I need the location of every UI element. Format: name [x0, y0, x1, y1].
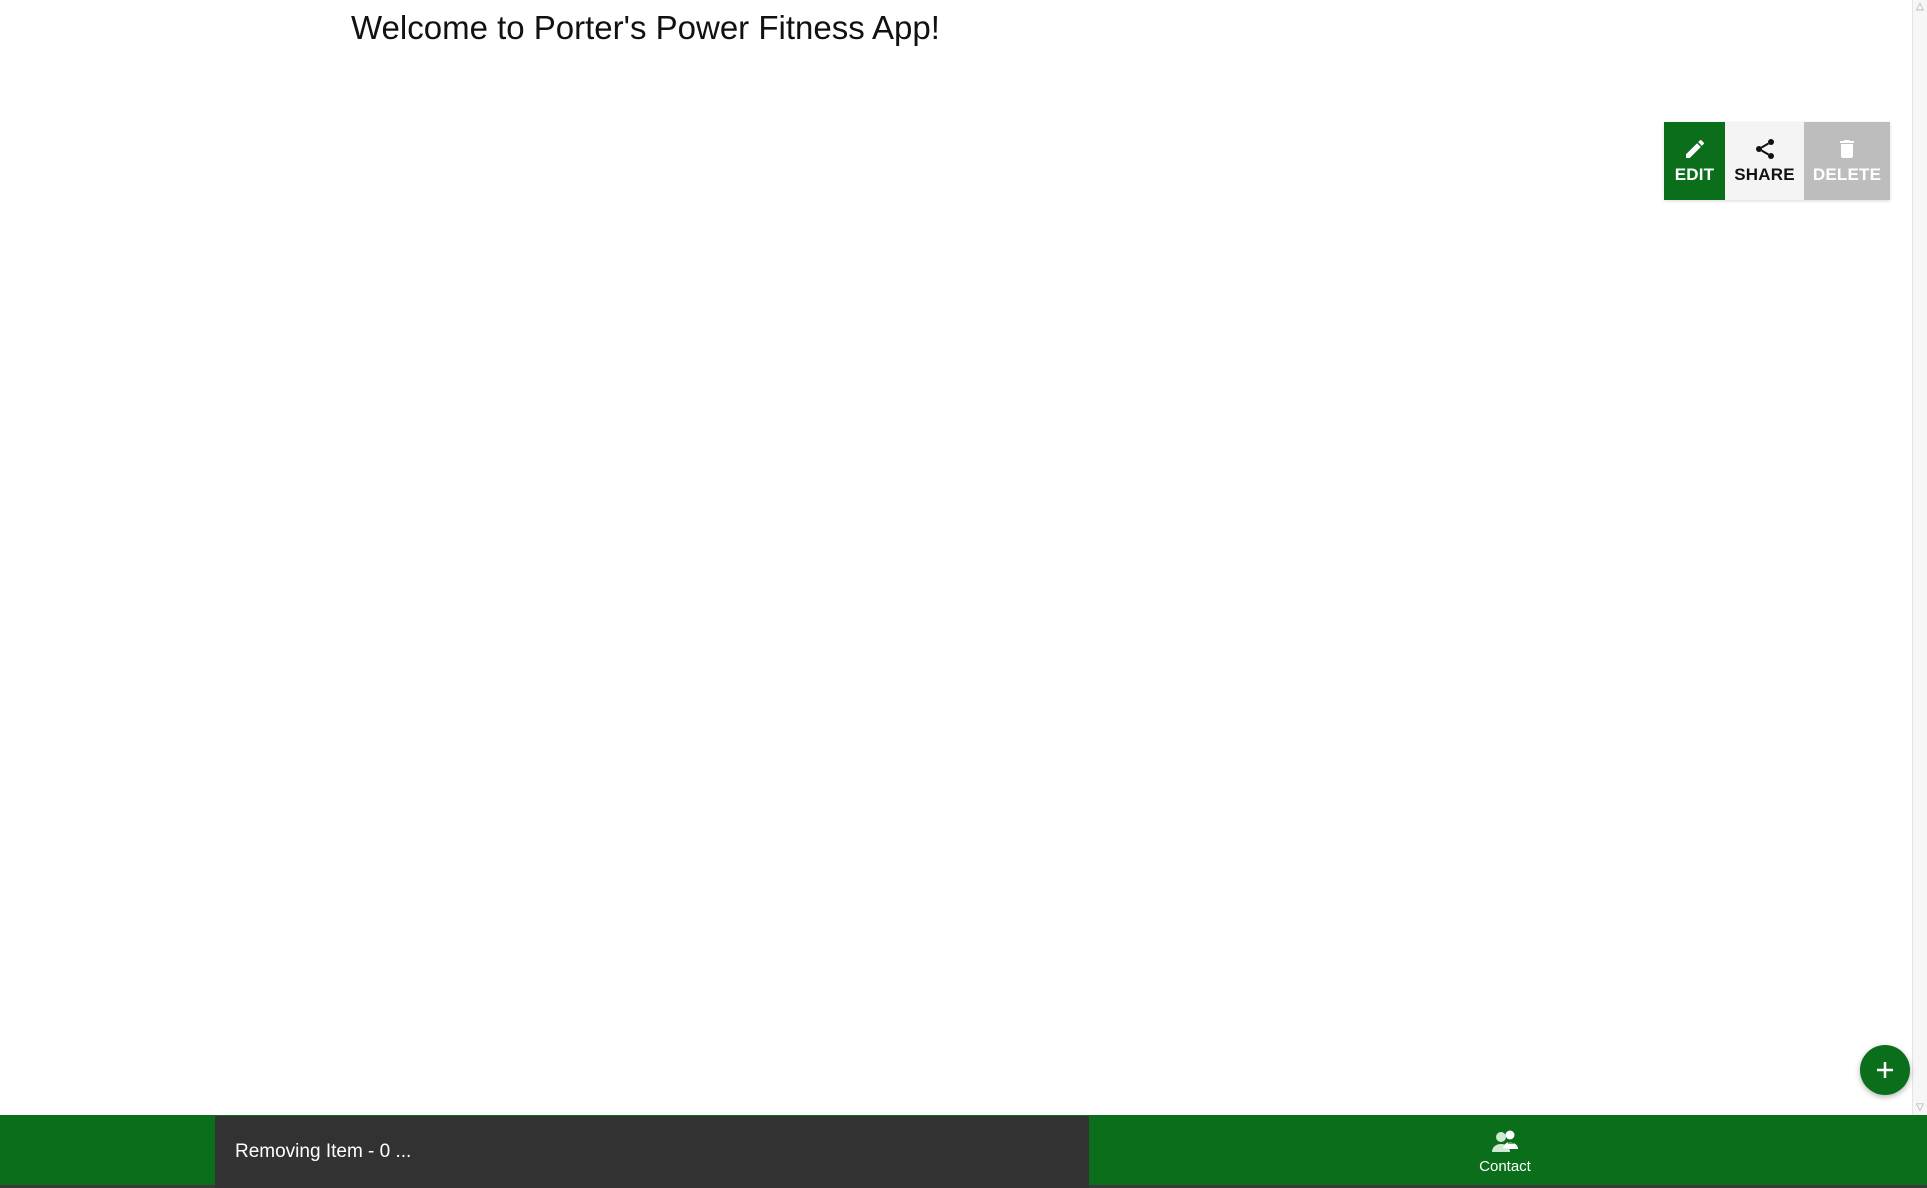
scroll-down-icon[interactable]: ▽: [1915, 1103, 1925, 1113]
share-label: SHARE: [1734, 165, 1795, 184]
add-button[interactable]: [1860, 1045, 1910, 1095]
delete-label: DELETE: [1812, 165, 1882, 184]
share-icon: [1755, 139, 1774, 159]
edit-button[interactable]: EDIT: [1664, 122, 1725, 200]
action-toolbar: EDIT SHARE DELETE: [1664, 122, 1890, 200]
nav-item-contact-label: Contact: [1479, 1157, 1531, 1175]
app-page: Welcome to Porter's Power Fitness App! E…: [0, 0, 1927, 1188]
plus-icon: [1877, 1062, 1893, 1078]
delete-button[interactable]: DELETE: [1804, 122, 1890, 200]
snackbar-message: Removing Item - 0 ...: [235, 1141, 412, 1162]
page-title: Welcome to Porter's Power Fitness App!: [351, 9, 940, 46]
snackbar: Removing Item - 0 ...: [215, 1116, 1089, 1188]
scroll-up-icon[interactable]: △: [1915, 2, 1925, 12]
edit-label: EDIT: [1674, 165, 1715, 184]
nav-item-contact[interactable]: Contact: [1455, 1118, 1555, 1184]
vertical-scrollbar[interactable]: △ ▽: [1912, 0, 1927, 1115]
trash-icon: [1840, 140, 1854, 158]
share-button[interactable]: SHARE: [1725, 122, 1804, 200]
contacts-icon: [1492, 1130, 1518, 1152]
pencil-icon: [1685, 139, 1704, 158]
